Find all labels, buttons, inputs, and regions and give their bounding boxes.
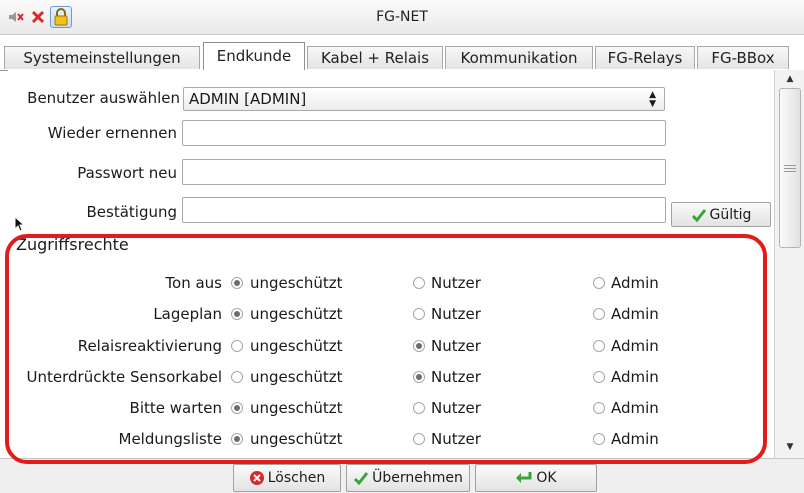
option-admin-label: Admin <box>611 305 659 323</box>
vertical-scrollbar[interactable]: ▲ ▼ <box>774 70 804 458</box>
valid-button[interactable]: Gültig <box>671 202 771 227</box>
option-admin-label: Admin <box>611 274 659 292</box>
option-user-label: Nutzer <box>431 368 481 386</box>
title-bar: FG-NET <box>0 0 804 35</box>
option-admin-label: Admin <box>611 430 659 448</box>
radio-admin[interactable] <box>593 433 605 445</box>
option-unprotected-label: ungeschützt <box>250 337 343 355</box>
valid-button-label: Gültig <box>709 206 752 223</box>
rename-label: Wieder ernennen <box>47 124 177 142</box>
radio-admin[interactable] <box>593 340 605 352</box>
delete-icon <box>249 471 264 485</box>
option-unprotected-label: ungeschützt <box>250 430 343 448</box>
radio-user[interactable] <box>413 371 425 383</box>
radio-user[interactable] <box>413 402 425 414</box>
tab-kommunikation[interactable]: Kommunikation <box>445 46 593 69</box>
tab-endkunde[interactable]: Endkunde <box>203 42 305 70</box>
ok-button[interactable]: OK <box>475 464 597 492</box>
scroll-down-icon[interactable]: ▼ <box>781 440 799 454</box>
user-select-label: Benutzer auswählen <box>27 89 180 107</box>
access-rights-title: Zugriffsrechte <box>16 235 129 254</box>
confirm-input[interactable] <box>182 197 666 223</box>
radio-admin[interactable] <box>593 371 605 383</box>
check-icon <box>354 472 369 485</box>
radio-user[interactable] <box>413 277 425 289</box>
tab-systemeinstellungen[interactable]: Systemeinstellungen <box>4 46 200 69</box>
tab-fg-relays[interactable]: FG-Relays <box>595 46 695 69</box>
bottom-button-bar: Löschen Übernehmen OK <box>0 458 804 493</box>
option-unprotected-label: ungeschützt <box>250 305 343 323</box>
radio-admin[interactable] <box>593 277 605 289</box>
option-admin-label: Admin <box>611 368 659 386</box>
option-user-label: Nutzer <box>431 430 481 448</box>
radio-user[interactable] <box>413 340 425 352</box>
permission-label: Lageplan <box>153 305 222 323</box>
option-admin-label: Admin <box>611 337 659 355</box>
scrollbar-thumb[interactable] <box>779 88 801 248</box>
radio-admin[interactable] <box>593 308 605 320</box>
enter-arrow-icon <box>516 472 532 483</box>
apply-button-label: Übernehmen <box>372 470 463 486</box>
option-user-label: Nutzer <box>431 337 481 355</box>
select-arrows-icon: ▲ ▼ <box>649 90 656 109</box>
radio-unprotected[interactable] <box>231 402 243 414</box>
permission-label: Unterdrückte Sensorkabel <box>26 368 222 386</box>
ok-button-label: OK <box>536 470 557 486</box>
scroll-up-icon[interactable]: ▲ <box>781 72 799 86</box>
permission-label: Relaisreaktivierung <box>77 337 222 355</box>
password-input[interactable] <box>182 159 666 185</box>
radio-unprotected[interactable] <box>231 340 243 352</box>
grip-line <box>784 168 796 169</box>
mouse-cursor-icon <box>14 216 24 232</box>
window-title: FG-NET <box>376 9 428 25</box>
apply-button[interactable]: Übernehmen <box>346 464 470 492</box>
tab-fg-bbox[interactable]: FG-BBox <box>697 46 789 69</box>
rename-input[interactable] <box>182 120 666 146</box>
radio-admin[interactable] <box>593 402 605 414</box>
permission-label: Ton aus <box>165 274 222 292</box>
radio-unprotected[interactable] <box>231 277 243 289</box>
option-user-label: Nutzer <box>431 399 481 417</box>
option-user-label: Nutzer <box>431 274 481 292</box>
check-icon <box>691 208 706 222</box>
radio-unprotected[interactable] <box>231 371 243 383</box>
option-user-label: Nutzer <box>431 305 481 323</box>
radio-user[interactable] <box>413 308 425 320</box>
delete-button[interactable]: Löschen <box>233 464 341 492</box>
radio-unprotected[interactable] <box>231 308 243 320</box>
endkunde-panel: Benutzer auswählen ADMIN [ADMIN] ▲ ▼ Wied… <box>8 70 774 458</box>
option-unprotected-label: ungeschützt <box>250 368 343 386</box>
delete-button-label: Löschen <box>267 470 326 486</box>
option-unprotected-label: ungeschützt <box>250 399 343 417</box>
confirm-label: Bestätigung <box>86 203 177 221</box>
radio-unprotected[interactable] <box>231 433 243 445</box>
user-select-value: ADMIN [ADMIN] <box>189 90 307 108</box>
grip-line <box>784 171 796 172</box>
radio-user[interactable] <box>413 433 425 445</box>
permission-label: Meldungsliste <box>118 430 222 448</box>
grip-line <box>784 165 796 166</box>
user-select[interactable]: ADMIN [ADMIN] ▲ ▼ <box>183 87 665 111</box>
option-admin-label: Admin <box>611 399 659 417</box>
permission-label: Bitte warten <box>129 399 222 417</box>
tab-bar: Systemeinstellungen Endkunde Kabel + Rel… <box>0 42 804 71</box>
password-label: Passwort neu <box>77 164 177 182</box>
tab-kabel-relais[interactable]: Kabel + Relais <box>307 46 443 69</box>
option-unprotected-label: ungeschützt <box>250 274 343 292</box>
